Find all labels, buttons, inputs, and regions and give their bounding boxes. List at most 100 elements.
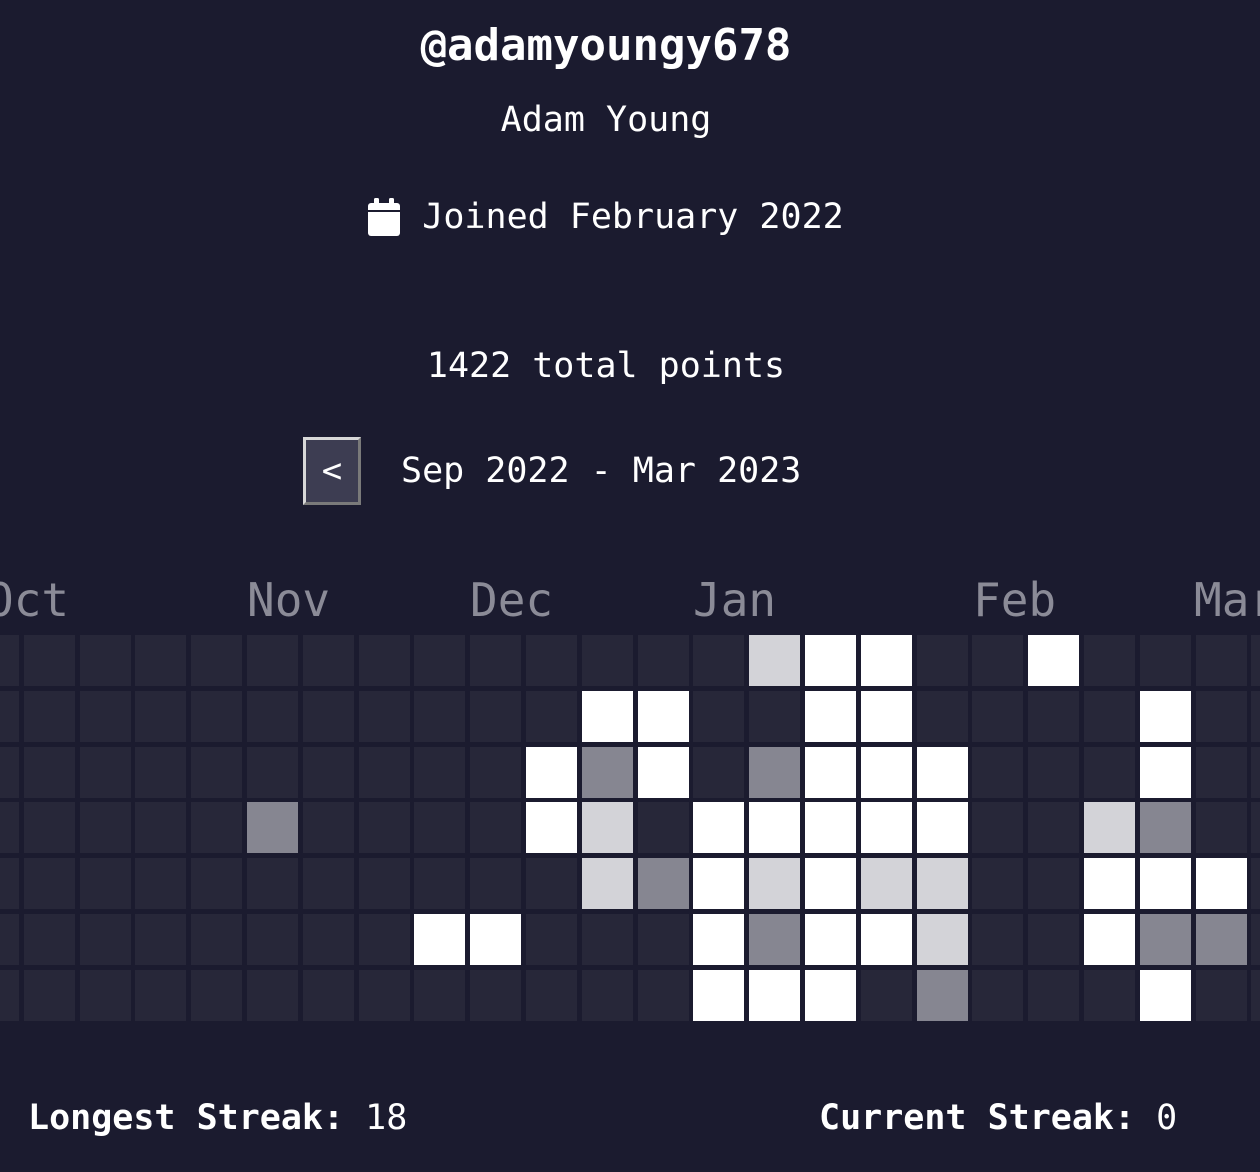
heatmap-cell (749, 858, 800, 909)
heatmap-cell (693, 914, 744, 965)
heatmap-cell (861, 858, 912, 909)
heatmap-cell (359, 747, 410, 798)
heatmap-cell (1196, 747, 1247, 798)
heatmap-cell (1251, 858, 1260, 909)
heatmap-cell (861, 802, 912, 853)
heatmap-cell (0, 635, 19, 686)
heatmap-cell (1140, 858, 1191, 909)
heatmap-cell (917, 970, 968, 1021)
heatmap-cell (470, 802, 521, 853)
calendar-icon (368, 198, 401, 236)
heatmap-cell (191, 747, 242, 798)
heatmap-cell (917, 802, 968, 853)
heatmap-cell (1028, 635, 1079, 686)
heatmap-cell (526, 802, 577, 853)
heatmap-cell (1028, 691, 1079, 742)
heatmap-cell (24, 635, 75, 686)
heatmap-cell (1084, 858, 1135, 909)
heatmap-cell (1251, 691, 1260, 742)
heatmap-cell (1251, 914, 1260, 965)
heatmap-cell (247, 747, 298, 798)
heatmap-cell (247, 635, 298, 686)
heatmap-cell (414, 747, 465, 798)
heatmap-cell (24, 858, 75, 909)
longest-streak-value: 18 (365, 1098, 408, 1138)
heatmap-cell (247, 802, 298, 853)
heatmap-cell (1140, 802, 1191, 853)
heatmap-cell (526, 858, 577, 909)
heatmap-cell (1140, 970, 1191, 1021)
heatmap-cell (0, 747, 19, 798)
heatmap-cell (638, 635, 689, 686)
heatmap-cell (414, 858, 465, 909)
heatmap-cell (303, 970, 354, 1021)
heatmap-cell (1084, 747, 1135, 798)
heatmap-cell (191, 914, 242, 965)
heatmap-cell (749, 747, 800, 798)
heatmap-cell (1140, 747, 1191, 798)
heatmap-cell (1084, 802, 1135, 853)
current-streak-value: 0 (1156, 1098, 1178, 1138)
heatmap-cell (0, 970, 19, 1021)
heatmap-cell (582, 970, 633, 1021)
heatmap-cell (1028, 747, 1079, 798)
heatmap-cell (359, 970, 410, 1021)
heatmap-cell (0, 802, 19, 853)
month-label: Dec (470, 573, 554, 627)
heatmap-cell (359, 802, 410, 853)
heatmap-cell (303, 635, 354, 686)
heatmap-cell (470, 747, 521, 798)
heatmap-cell (972, 970, 1023, 1021)
previous-range-button[interactable]: < (303, 437, 361, 505)
heatmap-cell (359, 858, 410, 909)
heatmap-cell (191, 802, 242, 853)
heatmap-cell (359, 691, 410, 742)
heatmap-cell (1028, 802, 1079, 853)
heatmap-cell (972, 747, 1023, 798)
heatmap-cell (470, 858, 521, 909)
heatmap-cell (24, 914, 75, 965)
heatmap-cell (972, 858, 1023, 909)
heatmap-cell (303, 747, 354, 798)
heatmap-cell (359, 914, 410, 965)
username: @adamyoungy678 (420, 20, 792, 71)
heatmap-cell (526, 691, 577, 742)
heatmap-cell (805, 858, 856, 909)
heatmap-cell (638, 858, 689, 909)
heatmap-cell (1196, 691, 1247, 742)
heatmap-cell (917, 691, 968, 742)
heatmap-cell (247, 970, 298, 1021)
heatmap-cell (470, 970, 521, 1021)
heatmap-cell (693, 802, 744, 853)
heatmap-cell (303, 858, 354, 909)
month-label: Feb (973, 573, 1057, 627)
heatmap-cell (1196, 802, 1247, 853)
heatmap-cell (1140, 914, 1191, 965)
heatmap-cell (191, 691, 242, 742)
heatmap-cell (1028, 858, 1079, 909)
heatmap-cell (470, 691, 521, 742)
heatmap-cell (414, 691, 465, 742)
heatmap-cell (805, 970, 856, 1021)
heatmap-cell (359, 635, 410, 686)
heatmap-cell (80, 691, 131, 742)
heatmap-cell (693, 970, 744, 1021)
heatmap-cell (414, 970, 465, 1021)
heatmap-cell (861, 635, 912, 686)
heatmap-cell (191, 635, 242, 686)
heatmap-cell (1140, 691, 1191, 742)
heatmap-cell (749, 802, 800, 853)
heatmap-cell (303, 802, 354, 853)
heatmap-cell (135, 970, 186, 1021)
heatmap-cell (0, 914, 19, 965)
heatmap-cell (526, 635, 577, 686)
joined-text: Joined February 2022 (422, 197, 844, 237)
heatmap-cell (135, 747, 186, 798)
heatmap-cell (861, 691, 912, 742)
month-label: Nov (247, 573, 331, 627)
heatmap-cell (80, 914, 131, 965)
heatmap-cell (693, 858, 744, 909)
longest-streak-label: Longest Streak: (28, 1098, 345, 1138)
heatmap-cell (24, 970, 75, 1021)
heatmap-cell (582, 635, 633, 686)
